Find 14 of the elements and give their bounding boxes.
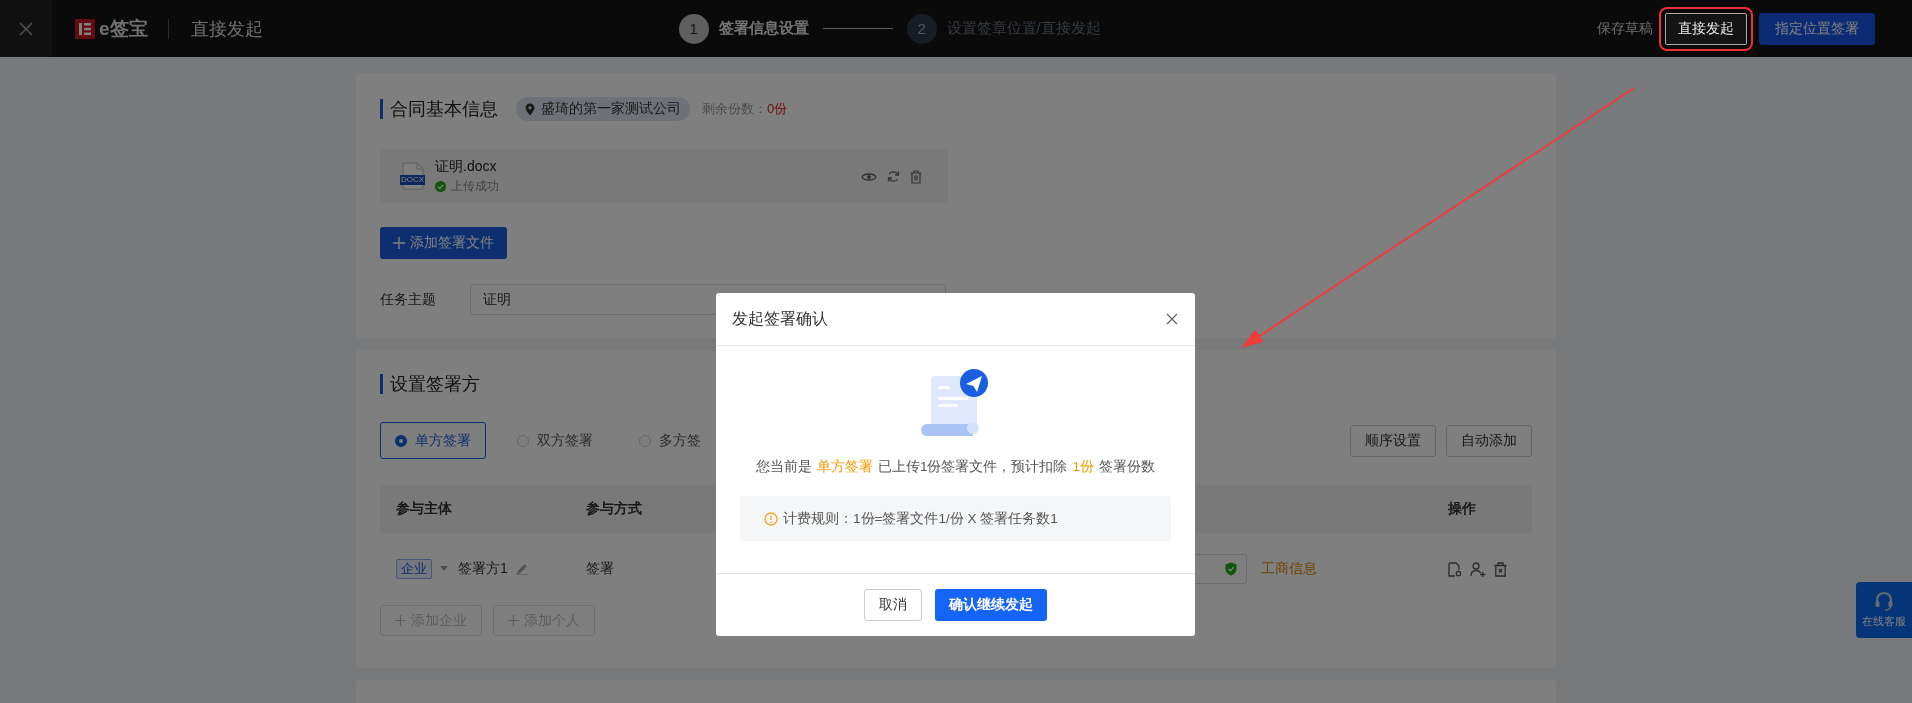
page-title: 直接发起 xyxy=(190,17,263,41)
column-header: 参与主体 xyxy=(396,500,453,518)
section-title: 设置签署方 xyxy=(380,374,480,394)
field-label: 任务主题 xyxy=(380,290,437,309)
section-title: 合同基本信息 xyxy=(380,99,498,119)
dialog-message: 您当前是 单方签署 已上传1份签署文件，预计扣除 1份 签署份数 xyxy=(756,458,1155,476)
billing-rule-text: 计费规则：1份=签署文件1/份 X 签署任务数1 xyxy=(783,509,1058,528)
column-header: 操作 xyxy=(1448,500,1477,518)
signer-name: 签署方1 xyxy=(458,560,508,578)
brand-name: e签宝 xyxy=(99,16,148,41)
file-name: 证明.docx xyxy=(435,158,498,176)
table-cell-text: 签署 xyxy=(586,560,615,578)
quota-value: 0份 xyxy=(767,100,788,118)
company-tag: 盛琦的第一家测试公司 xyxy=(516,97,690,121)
